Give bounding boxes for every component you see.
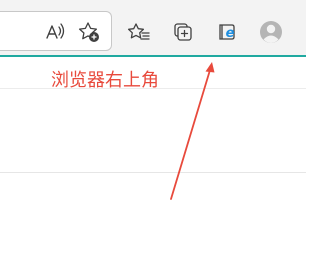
add-to-favorites-icon[interactable] [73, 16, 105, 48]
favorites-icon[interactable] [124, 16, 156, 48]
browser-toolbar: e [0, 0, 306, 56]
svg-text:e: e [226, 26, 235, 41]
profile-avatar-icon[interactable] [255, 16, 287, 48]
tab-accent-line [0, 55, 306, 57]
ie-mode-icon[interactable]: e [211, 16, 243, 48]
collections-icon[interactable] [167, 16, 199, 48]
content-divider [0, 172, 306, 173]
annotation-label: 浏览器右上角 [51, 70, 159, 91]
read-aloud-icon[interactable] [40, 16, 72, 48]
